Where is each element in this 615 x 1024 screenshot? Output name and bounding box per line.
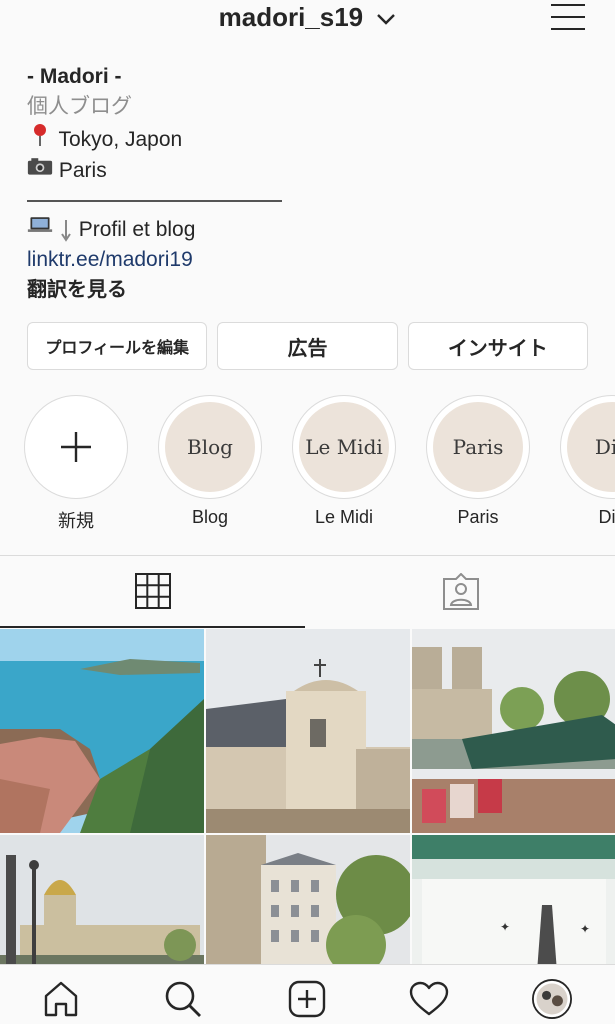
display-name: - Madori - [27,65,122,88]
promotions-button[interactable]: 広告 [217,322,398,370]
new-post-icon[interactable] [287,979,327,1019]
account-switcher[interactable]: madori_s19 [0,2,615,33]
bio-divider [27,200,282,202]
menu-icon[interactable] [551,4,585,30]
highlight-ring[interactable]: Dia [560,395,615,499]
tab-tagged[interactable] [307,556,615,628]
highlight-ring[interactable]: Paris [426,395,530,499]
edit-profile-button[interactable]: プロフィールを編集 [27,322,208,370]
pin-icon [34,124,46,146]
highlight-cover: Paris [433,402,523,492]
post-image [412,629,615,833]
post-thumbnail[interactable] [0,629,204,833]
laptop-icon [27,217,53,232]
profile-actions: プロフィールを編集 広告 インサイト [27,322,588,370]
heart-icon[interactable] [409,979,449,1019]
camera-text: Paris [58,159,107,182]
post-thumbnail[interactable] [206,629,410,833]
post-image [0,835,204,969]
highlight-ring[interactable]: Blog [158,395,262,499]
highlight-cover: Blog [165,402,255,492]
category-label: 個人ブログ [27,95,132,118]
highlight-dia[interactable]: Dia Dia [557,395,615,528]
post-image [206,629,410,833]
bio-link[interactable]: linktr.ee/madori19 [27,245,587,275]
profile-avatar[interactable] [532,979,572,1019]
highlight-label: Blog [191,507,229,527]
bottom-nav [0,964,615,1024]
down-arrow-icon [61,220,71,243]
grid-icon [134,573,171,609]
highlight-le-midi[interactable]: Le Midi Le Midi [289,395,399,528]
post-thumbnail[interactable] [206,835,410,969]
post-image: ✦ ✦ [412,835,615,969]
highlight-label: 新規 [58,511,94,531]
profile-tabs [0,555,615,628]
search-icon[interactable] [163,979,203,1019]
camera-icon [27,158,53,175]
highlight-label: Dia [598,507,615,527]
insights-button[interactable]: インサイト [407,322,588,370]
highlight-new[interactable]: 新規 [21,395,131,533]
posts-grid: ✦ ✦ [0,629,615,969]
post-image [0,629,204,833]
profile-text: Profil et blog [78,218,196,241]
highlight-cover: Dia [567,402,615,492]
bio-line-location: Tokyo, Japon [27,122,587,155]
svg-text:✦: ✦ [580,922,590,936]
bio-line-profile: Profil et blog [27,214,587,245]
see-translation-link[interactable]: 翻訳を見る [27,275,587,305]
bio-line-camera: Paris [27,155,587,186]
post-thumbnail[interactable] [412,629,615,833]
top-bar: madori_s19 [0,0,615,40]
post-thumbnail[interactable]: ✦ ✦ [412,835,615,969]
post-thumbnail[interactable] [0,835,204,969]
chevron-down-icon [377,14,396,25]
tagged-person-icon [443,573,479,610]
highlight-paris[interactable]: Paris Paris [423,395,533,528]
profile-bio: - Madori - 個人ブログ Tokyo, Japon Paris Prof… [27,62,587,305]
plus-icon [61,432,91,462]
highlight-label: Le Midi [314,507,374,527]
home-icon[interactable] [41,979,81,1019]
username: madori_s19 [218,2,364,32]
highlight-cover: Le Midi [299,402,389,492]
story-highlights: 新規 Blog Blog Le Midi Le Midi Paris Paris… [0,395,615,535]
svg-text:✦: ✦ [500,920,510,934]
new-highlight-circle[interactable] [24,395,128,499]
highlight-label: Paris [457,507,499,527]
highlight-ring[interactable]: Le Midi [292,395,396,499]
post-image [206,835,410,969]
location-text: Tokyo, Japon [58,128,183,151]
highlight-blog[interactable]: Blog Blog [155,395,265,528]
tab-posts-grid[interactable] [0,556,305,628]
